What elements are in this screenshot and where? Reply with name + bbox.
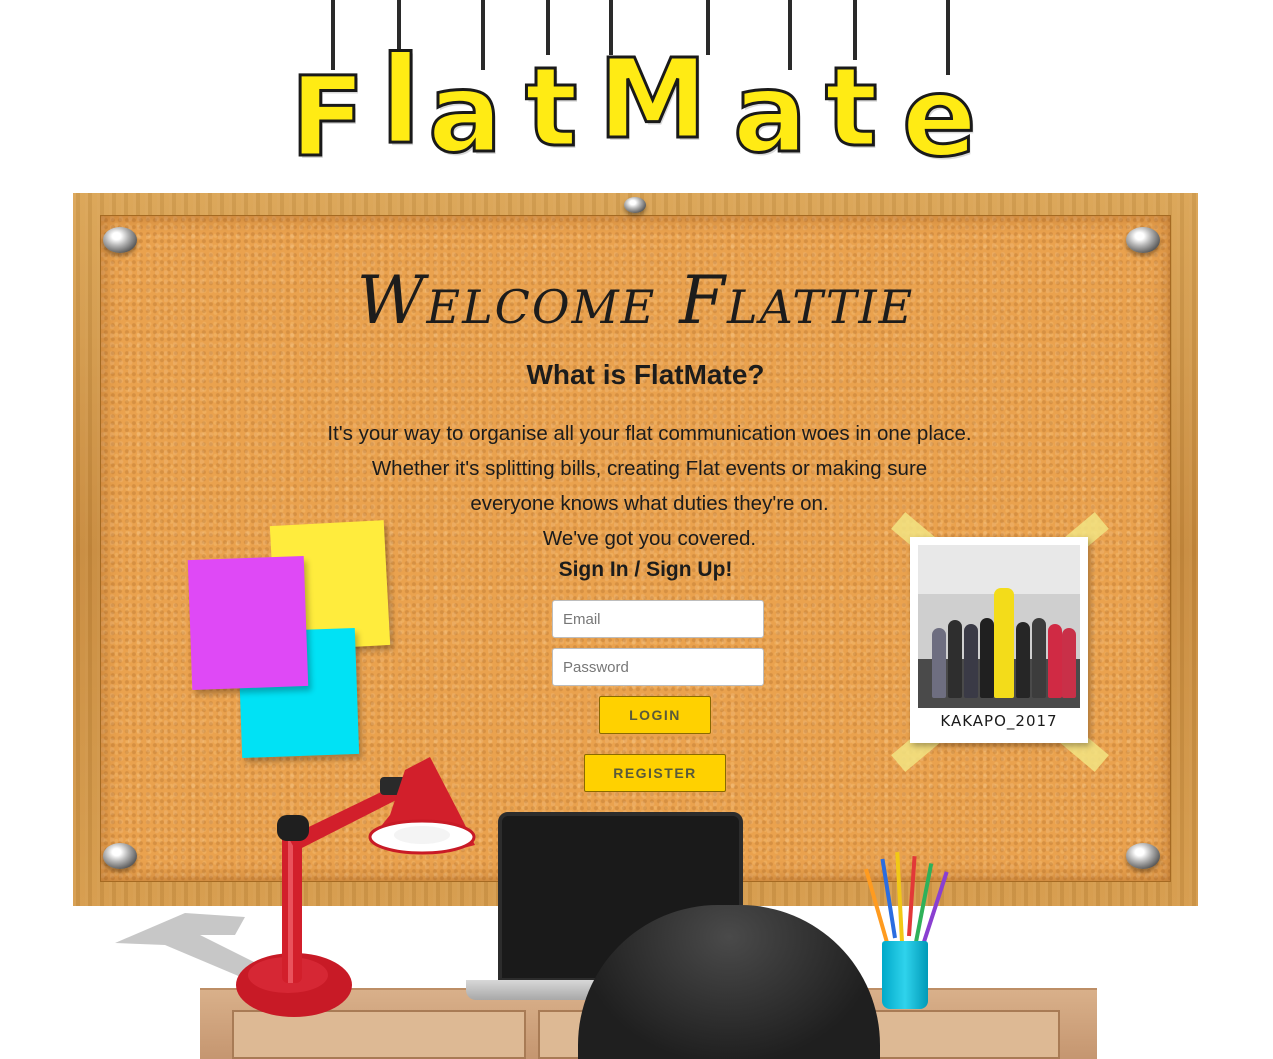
logo-letter: F <box>288 53 366 181</box>
pencil-cup <box>882 941 928 1009</box>
email-input[interactable] <box>552 600 764 638</box>
screw-icon <box>1126 843 1160 869</box>
photo-person <box>948 620 962 698</box>
photo-person <box>1048 624 1062 698</box>
logo-letter: a <box>426 49 503 177</box>
password-input[interactable] <box>552 648 764 686</box>
photo-person <box>1062 628 1076 698</box>
logo-letter: t <box>824 43 880 171</box>
photo-person <box>994 588 1014 698</box>
desk-lamp-icon <box>236 757 476 1017</box>
screw-icon <box>1126 227 1160 253</box>
welcome-title: Welcome Flattie <box>356 262 915 339</box>
screw-icon <box>103 843 137 869</box>
signin-heading: Sign In / Sign Up! <box>558 558 733 581</box>
logo-letter: t <box>524 43 580 171</box>
desk-drawer <box>860 1010 1060 1059</box>
photo-person <box>932 628 946 698</box>
logo-letter: a <box>731 49 808 177</box>
description: It's your way to organise all your flat … <box>73 416 1226 556</box>
logo-letter: l <box>378 32 422 171</box>
description-line: It's your way to organise all your flat … <box>327 422 972 445</box>
screw-icon <box>103 227 137 253</box>
polaroid-caption: KAKAPO_2017 <box>940 712 1058 730</box>
flatmate-logo: F l a t M a t e <box>0 0 1273 175</box>
logo-letter: M <box>596 35 708 163</box>
photo-person <box>1016 622 1030 698</box>
description-line: We've got you covered. <box>542 527 757 550</box>
photo-person <box>980 618 994 698</box>
photo-person <box>1032 618 1046 698</box>
register-button[interactable]: REGISTER <box>584 754 726 792</box>
login-button[interactable]: LOGIN <box>599 696 711 734</box>
logo-letter: e <box>901 53 979 181</box>
description-line: everyone knows what duties they're on. <box>470 492 829 515</box>
description-line: Whether it's splitting bills, creating F… <box>371 457 928 480</box>
photo-person <box>964 624 978 698</box>
screw-icon <box>624 197 646 213</box>
what-is-heading: What is FlatMate? <box>526 359 765 390</box>
